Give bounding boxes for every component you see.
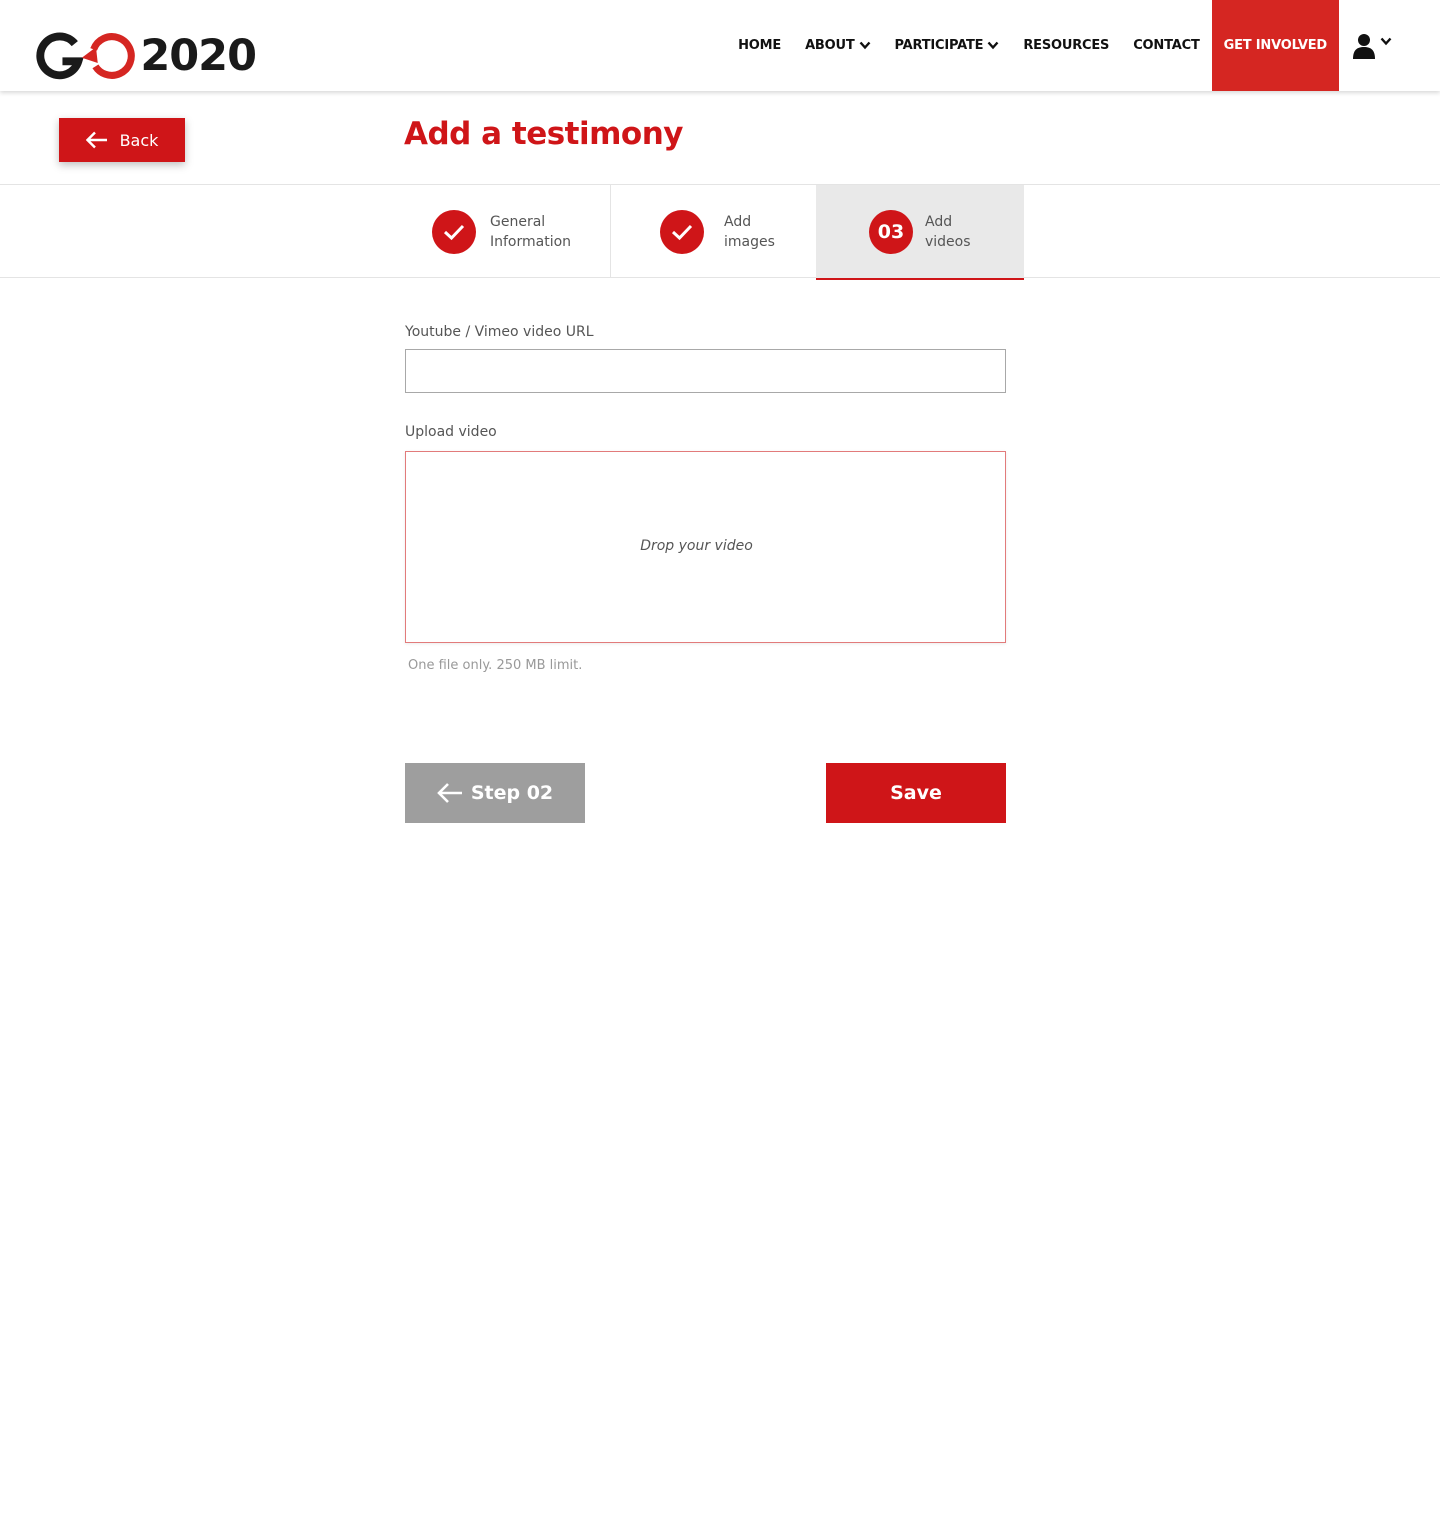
chevron-down-icon xyxy=(859,41,870,50)
go2020-logo[interactable]: 2020 xyxy=(36,28,257,84)
back-button-label: Back xyxy=(119,130,159,150)
previous-step-button[interactable]: Step 02 xyxy=(405,763,585,823)
step-add-images[interactable]: Add images xyxy=(611,185,816,278)
dropzone-text: Drop your video xyxy=(640,538,753,554)
nav-item-label: CONTACT xyxy=(1133,38,1200,53)
nav-item-contact[interactable]: CONTACT xyxy=(1121,0,1211,91)
steps-bar: General Information Add images 03 Add vi… xyxy=(0,184,1440,280)
step-label: Add videos xyxy=(925,212,971,252)
arrow-left-icon xyxy=(85,131,107,149)
video-url-label: Youtube / Vimeo video URL xyxy=(405,324,594,340)
video-dropzone[interactable]: Drop your video xyxy=(405,451,1006,643)
site-header: 2020 HOME ABOUT PARTICIPATE RESOURCES CO… xyxy=(0,0,1440,91)
user-menu[interactable] xyxy=(1339,0,1440,91)
upload-hint: One file only. 250 MB limit. xyxy=(408,658,583,673)
step-done-badge xyxy=(432,209,476,254)
get-involved-button[interactable]: GET INVOLVED xyxy=(1211,0,1339,91)
nav-item-participate[interactable]: PARTICIPATE xyxy=(883,0,1012,91)
logo-text: 2020 xyxy=(140,31,257,81)
check-icon xyxy=(671,224,693,240)
go-logo-mark xyxy=(36,32,135,80)
nav-item-label: ABOUT xyxy=(805,38,855,53)
step-add-videos[interactable]: 03 Add videos xyxy=(816,185,1024,280)
nav-item-about[interactable]: ABOUT xyxy=(793,0,882,91)
check-icon xyxy=(443,224,465,240)
step-label-line: videos xyxy=(925,233,971,250)
chevron-down-icon xyxy=(1380,37,1392,46)
step-label-line: General xyxy=(490,213,546,230)
previous-step-label: Step 02 xyxy=(470,782,554,804)
step-general-information[interactable]: General Information xyxy=(405,185,611,278)
step-label: Add images xyxy=(724,212,775,252)
step-label-line: Add xyxy=(724,213,752,230)
nav-item-home[interactable]: HOME xyxy=(726,0,793,91)
nav-item-resources[interactable]: RESOURCES xyxy=(1011,0,1121,91)
save-button[interactable]: Save xyxy=(826,763,1006,823)
video-url-input[interactable] xyxy=(405,349,1006,393)
back-button[interactable]: Back xyxy=(59,118,185,162)
page-title: Add a testimony xyxy=(404,116,684,152)
step-number-badge: 03 xyxy=(869,209,913,254)
nav-item-label: GET INVOLVED xyxy=(1223,38,1328,53)
step-label-line: Add xyxy=(925,213,953,230)
upload-video-label: Upload video xyxy=(405,424,497,440)
step-label-line: images xyxy=(724,233,775,250)
step-label: General Information xyxy=(490,212,571,252)
step-label-line: Information xyxy=(490,233,572,250)
step-done-badge xyxy=(660,209,704,254)
nav-item-label: RESOURCES xyxy=(1023,38,1110,53)
arrow-left-icon xyxy=(437,783,462,803)
user-icon xyxy=(1353,33,1375,59)
nav-item-label: HOME xyxy=(738,38,782,53)
main-nav: HOME ABOUT PARTICIPATE RESOURCES CONTACT… xyxy=(726,0,1440,91)
chevron-down-icon xyxy=(987,41,999,50)
nav-item-label: PARTICIPATE xyxy=(894,38,984,53)
